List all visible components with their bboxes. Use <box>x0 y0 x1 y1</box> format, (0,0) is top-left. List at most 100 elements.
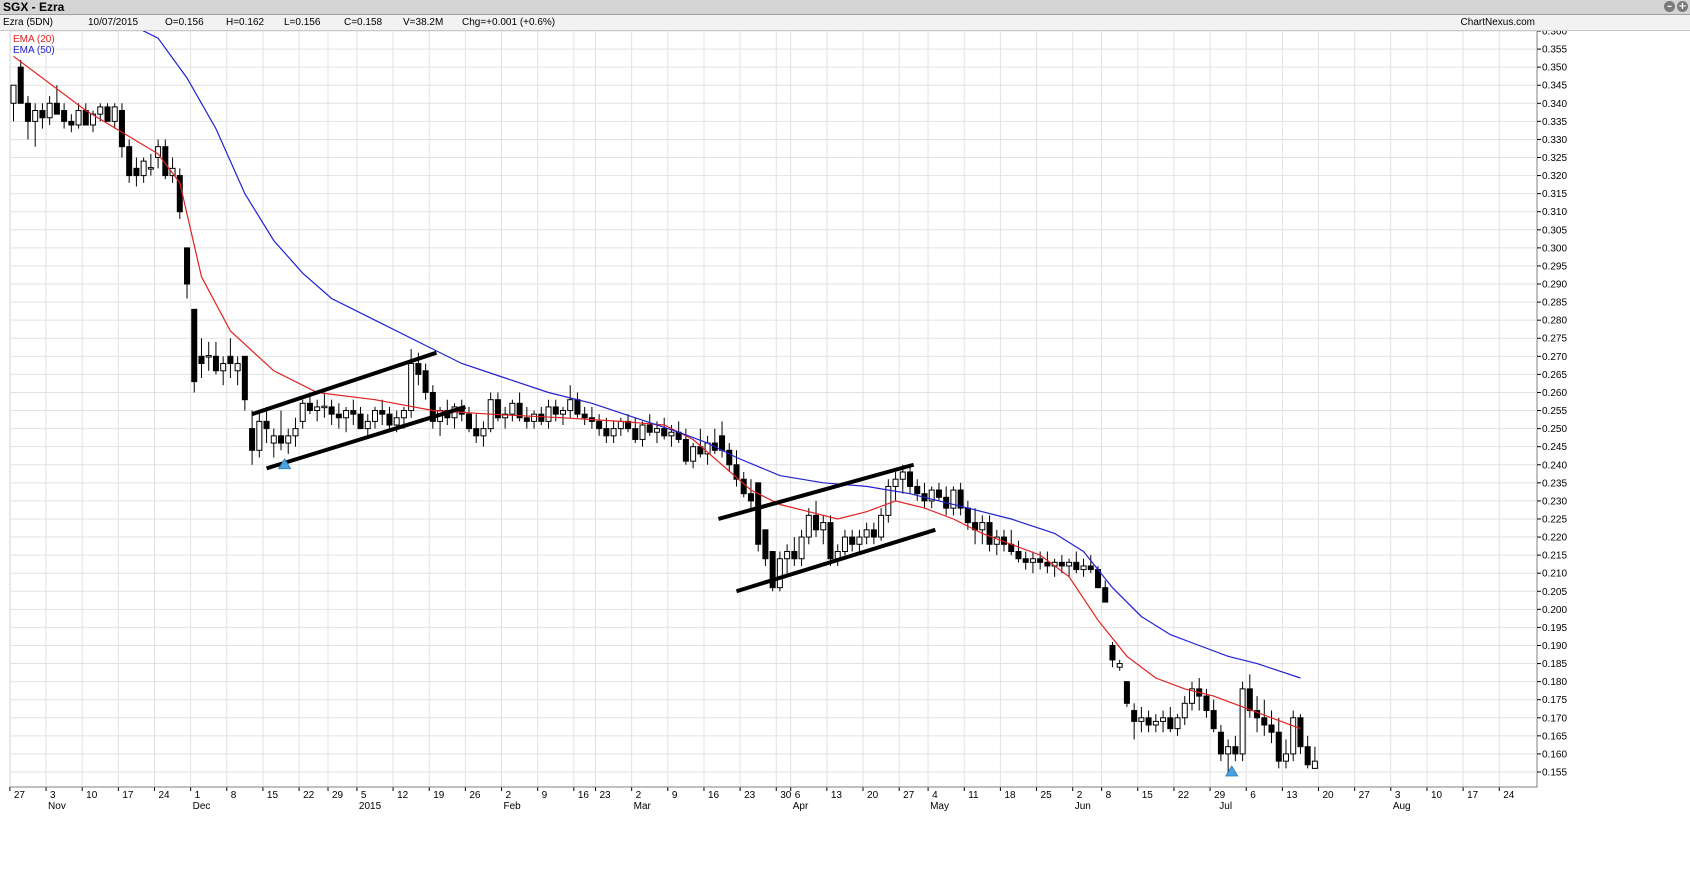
y-tick-label: 0.300 <box>1542 243 1567 254</box>
x-month-label: 2015 <box>359 801 382 812</box>
y-tick-label: 0.165 <box>1542 731 1567 742</box>
x-tick-label: 13 <box>831 790 843 801</box>
y-tick-label: 0.200 <box>1542 605 1567 616</box>
candle-body <box>314 406 321 412</box>
candle-body <box>762 529 769 560</box>
candle-body <box>1073 561 1080 571</box>
candle-body <box>191 308 198 383</box>
candle-body <box>126 146 133 177</box>
y-tick-label: 0.175 <box>1542 695 1567 706</box>
y-tick-label: 0.215 <box>1542 551 1567 562</box>
minimize-button[interactable]: – <box>1664 1 1675 12</box>
candle-body <box>473 428 480 437</box>
info-volume: V=38.2M <box>403 17 444 28</box>
x-month-label: Aug <box>1393 801 1411 812</box>
candle-body <box>964 507 971 524</box>
candle-body <box>140 160 147 177</box>
candle-body <box>32 110 39 122</box>
candle-body <box>581 413 588 419</box>
x-month-label: Mar <box>634 801 652 812</box>
candle-body <box>292 428 299 437</box>
y-tick-label: 0.270 <box>1542 352 1567 363</box>
legend: EMA (20)EMA (50) <box>13 34 55 56</box>
x-tick-label: 15 <box>1142 790 1154 801</box>
y-tick-label: 0.255 <box>1542 406 1567 417</box>
candle-body <box>1239 688 1246 755</box>
x-month-label: Feb <box>504 801 522 812</box>
candle-body <box>46 102 53 119</box>
candle-body <box>1058 561 1065 567</box>
y-tick-label: 0.225 <box>1542 514 1567 525</box>
y-tick-label: 0.265 <box>1542 370 1567 381</box>
candle <box>176 168 183 219</box>
candle-body <box>17 66 24 104</box>
candle-body <box>61 110 68 122</box>
candle-body <box>147 167 154 170</box>
candle-body <box>747 493 754 502</box>
x-tick-label: 24 <box>1503 790 1515 801</box>
x-tick-label: 27 <box>14 790 26 801</box>
legend-entry: EMA (20) <box>13 34 55 45</box>
candle-body <box>538 413 545 422</box>
candle-body <box>68 120 75 126</box>
y-tick-label: 0.195 <box>1542 623 1567 634</box>
x-tick-label: 23 <box>744 790 756 801</box>
x-tick-label: 9 <box>542 790 548 801</box>
candle-body <box>979 522 986 531</box>
candle-body <box>1022 558 1029 563</box>
candle-body <box>639 424 646 440</box>
candle-body <box>1297 717 1304 748</box>
y-tick-label: 0.275 <box>1542 334 1567 345</box>
x-tick-label: 22 <box>303 790 315 801</box>
candle-body <box>1210 710 1217 730</box>
y-tick-label: 0.210 <box>1542 569 1567 580</box>
candle-body <box>805 514 812 538</box>
candle-body <box>350 410 357 415</box>
candle-body <box>914 485 921 495</box>
ohlc-info-bar: Ezra (5DN) 10/07/2015 O=0.156 H=0.162 L=… <box>0 15 1690 31</box>
candle-body <box>1282 753 1289 762</box>
x-tick-label: 3 <box>50 790 56 801</box>
x-tick-label: 17 <box>122 790 134 801</box>
x-tick-label: 27 <box>1359 790 1371 801</box>
candle-body <box>531 413 538 422</box>
candle-body <box>328 406 335 415</box>
x-tick-label: 13 <box>1286 790 1298 801</box>
candle-body <box>863 529 870 538</box>
candle-body <box>646 424 653 433</box>
candle-body <box>270 435 277 444</box>
candle-body <box>668 431 675 437</box>
y-tick-label: 0.205 <box>1542 587 1567 598</box>
candle-body <box>1116 663 1123 668</box>
candle-body <box>118 110 125 148</box>
add-button[interactable]: + <box>1677 1 1688 12</box>
candle-body <box>24 102 31 122</box>
y-tick-label: 0.305 <box>1542 225 1567 236</box>
candle-body <box>415 363 422 375</box>
x-month-label: Dec <box>193 801 211 812</box>
candle-body <box>798 536 805 560</box>
candle-body <box>653 428 660 433</box>
y-tick-label: 0.235 <box>1542 478 1567 489</box>
price-chart[interactable]: 0.155 0.160 0.165 0.170 0.175 0.180 0.185 0.190… <box>0 31 1690 880</box>
y-tick-label: 0.325 <box>1542 153 1567 164</box>
info-date: 10/07/2015 <box>88 17 139 28</box>
candle-body <box>690 446 697 462</box>
candle-body <box>1145 717 1152 726</box>
y-tick-label: 0.335 <box>1542 117 1567 128</box>
candle-body <box>1080 565 1087 571</box>
candle-body <box>1102 587 1109 603</box>
candle-body <box>813 514 820 531</box>
x-tick-label: 2 <box>636 790 642 801</box>
candle-body <box>82 110 89 126</box>
x-tick-label: 9 <box>672 790 678 801</box>
candle-body <box>776 558 783 589</box>
y-tick-label: 0.185 <box>1542 659 1567 670</box>
x-tick-label: 29 <box>332 790 344 801</box>
candle-body <box>740 478 747 495</box>
candle-body <box>1138 717 1145 722</box>
candle-body <box>400 410 407 419</box>
candle-body <box>1109 644 1116 661</box>
x-tick-label: 8 <box>231 790 237 801</box>
x-tick-label: 16 <box>578 790 590 801</box>
